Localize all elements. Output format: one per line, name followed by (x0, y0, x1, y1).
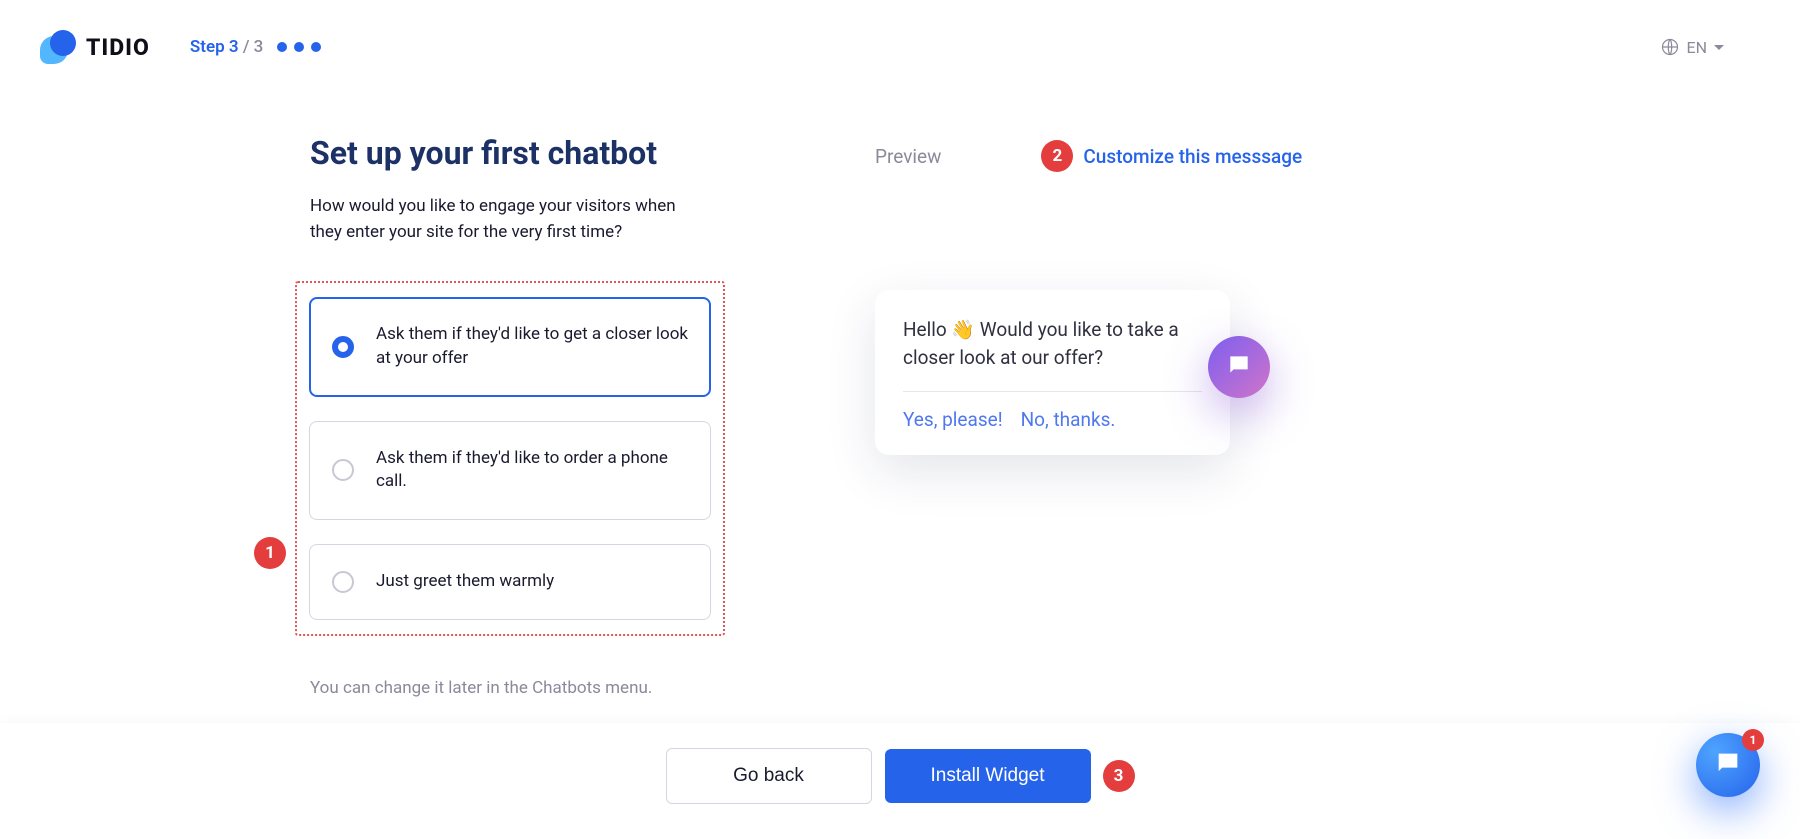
step-dot (294, 42, 304, 52)
option-label: Just greet them warmly (376, 570, 554, 594)
page-title: Set up your first chatbot (310, 134, 720, 172)
language-label: EN (1686, 38, 1707, 57)
setup-column: Set up your first chatbot How would you … (0, 134, 720, 698)
annotation-badge-3: 3 (1103, 760, 1135, 792)
preview-label: Preview (875, 145, 941, 168)
step-indicator: Step 3 / 3 (190, 37, 321, 57)
option-closer-look[interactable]: Ask them if they'd like to get a closer … (309, 297, 711, 397)
chat-icon (1714, 749, 1742, 781)
chat-actions: Yes, please! No, thanks. (903, 408, 1202, 431)
radio-icon (332, 336, 354, 358)
option-label: Ask them if they'd like to order a phone… (376, 447, 688, 495)
customize-wrap: 2 Customize this messsage (1041, 140, 1302, 172)
customize-message-link[interactable]: Customize this messsage (1083, 145, 1302, 168)
annotation-badge-2: 2 (1041, 140, 1073, 172)
step-dot (277, 42, 287, 52)
chat-action-yes[interactable]: Yes, please! (903, 408, 1003, 431)
step-current: Step 3 (190, 37, 239, 57)
go-back-button[interactable]: Go back (666, 748, 872, 804)
annotation-badge-1: 1 (254, 537, 286, 569)
support-chat-launcher[interactable]: 1 (1696, 733, 1760, 797)
chat-preview: Hello 👋 Would you like to take a closer … (875, 290, 1230, 455)
chat-action-no[interactable]: No, thanks. (1021, 408, 1116, 431)
preview-column: Preview 2 Customize this messsage Hello … (720, 134, 1302, 698)
step-total: / 3 (243, 37, 264, 57)
brand-name: TIDIO (86, 34, 150, 61)
footer-bar: Go back Install Widget 3 (0, 723, 1800, 839)
install-widget-button[interactable]: Install Widget (885, 749, 1091, 803)
option-label: Ask them if they'd like to get a closer … (376, 323, 688, 371)
chat-launcher-preview[interactable] (1208, 336, 1270, 398)
tidio-icon (40, 30, 76, 64)
radio-icon (332, 459, 354, 481)
chat-bubble: Hello 👋 Would you like to take a closer … (875, 290, 1230, 455)
options-highlight: Ask them if they'd like to get a closer … (295, 281, 725, 636)
app-header: TIDIO Step 3 / 3 EN (0, 0, 1800, 94)
option-phone-call[interactable]: Ask them if they'd like to order a phone… (309, 421, 711, 521)
chat-text: Hello 👋 Would you like to take a closer … (903, 316, 1202, 371)
chat-divider (903, 391, 1202, 392)
chevron-down-icon (1714, 45, 1724, 50)
preview-header: Preview 2 Customize this messsage (875, 140, 1302, 172)
chat-icon (1226, 352, 1252, 382)
globe-icon (1661, 38, 1679, 56)
step-dot (311, 42, 321, 52)
radio-icon (332, 571, 354, 593)
language-selector[interactable]: EN (1661, 38, 1760, 57)
step-dots (277, 42, 321, 52)
main-content: Set up your first chatbot How would you … (0, 94, 1800, 698)
help-note: You can change it later in the Chatbots … (310, 678, 720, 698)
page-subtitle: How would you like to engage your visito… (310, 194, 690, 245)
notification-count: 1 (1742, 729, 1764, 751)
option-greet-warmly[interactable]: Just greet them warmly (309, 544, 711, 620)
brand-logo: TIDIO (40, 30, 150, 64)
